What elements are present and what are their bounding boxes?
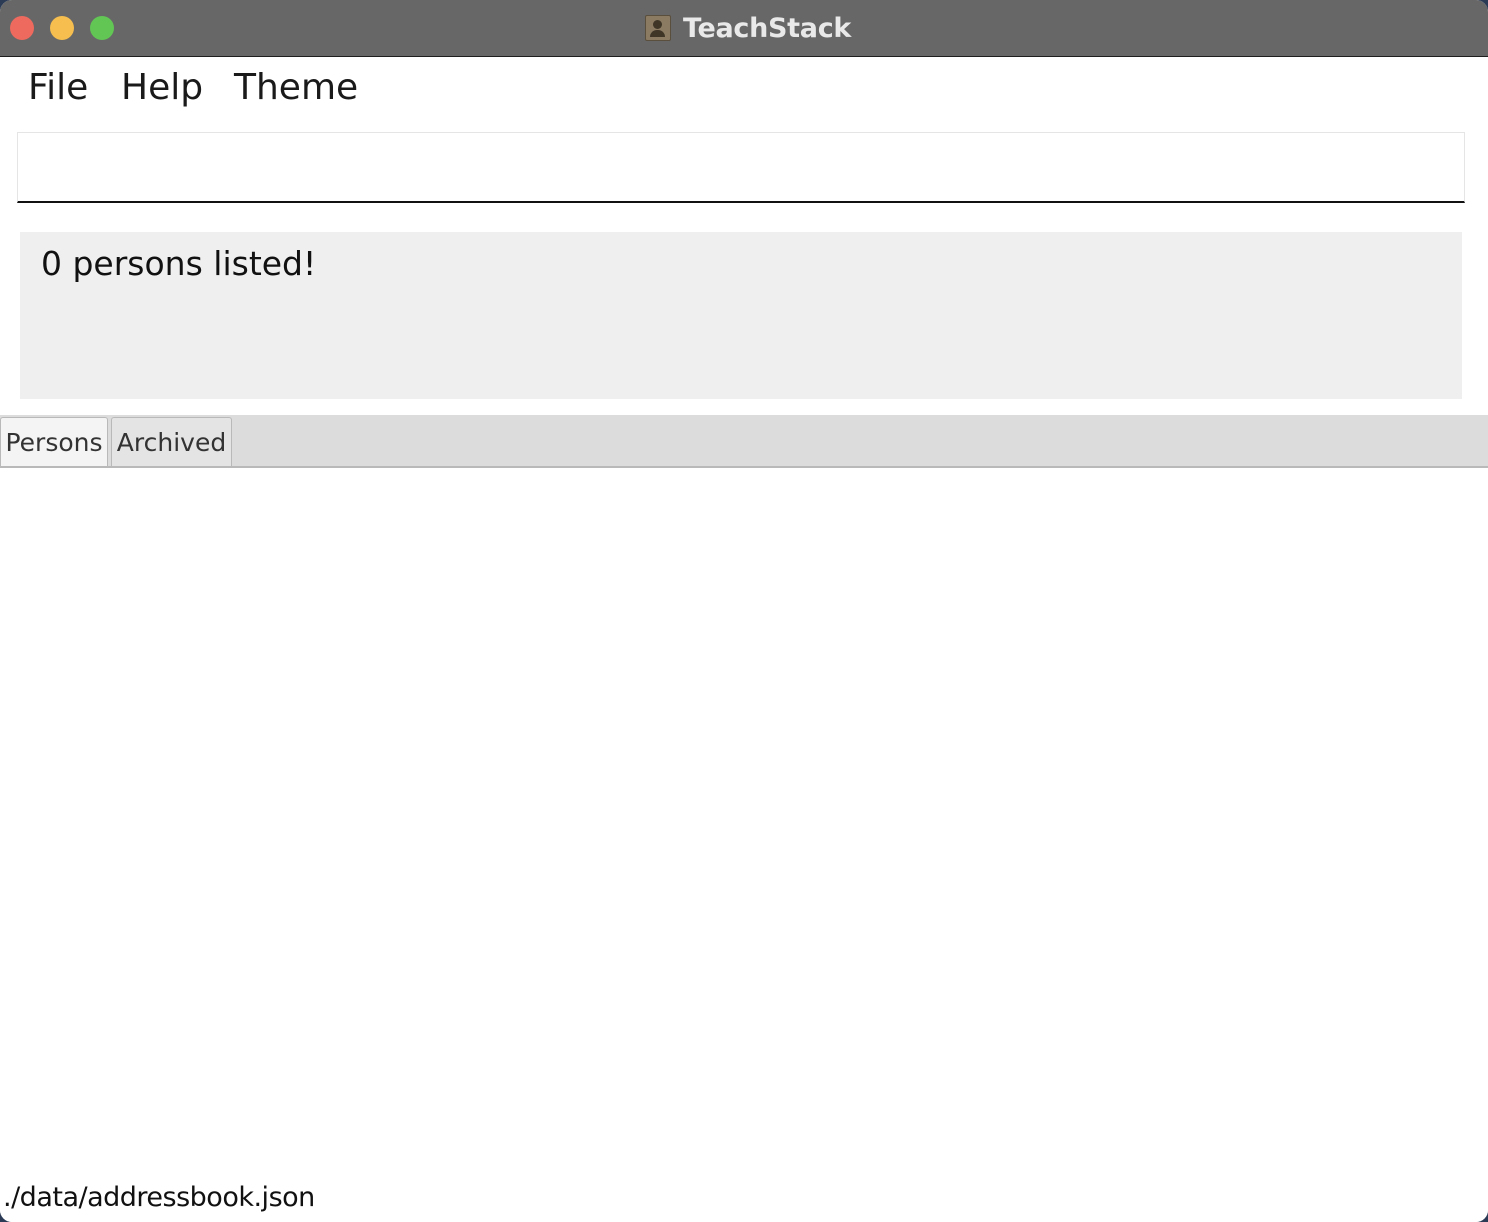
menu-file[interactable]: File (28, 67, 88, 108)
menu-help[interactable]: Help (121, 67, 203, 108)
result-message: 0 persons listed! (41, 244, 317, 283)
save-location-path: ./data/addressbook.json (3, 1182, 315, 1213)
app-window: TeachStack File Help Theme 0 persons lis… (0, 0, 1488, 1222)
menu-theme[interactable]: Theme (234, 67, 358, 108)
status-bar: ./data/addressbook.json (0, 1176, 1488, 1222)
command-input[interactable] (17, 132, 1465, 203)
window-title: TeachStack (682, 12, 852, 44)
window-title-group: TeachStack (0, 0, 1488, 56)
tab-archived[interactable]: Archived (111, 417, 232, 466)
contact-book-icon (644, 15, 671, 41)
tab-bar: Persons Archived (0, 415, 1488, 468)
menu-bar: File Help Theme (0, 57, 1488, 119)
tab-persons[interactable]: Persons (0, 417, 108, 466)
title-bar[interactable]: TeachStack (0, 0, 1488, 57)
result-display: 0 persons listed! (20, 232, 1462, 399)
person-list-panel[interactable] (0, 468, 1488, 1168)
